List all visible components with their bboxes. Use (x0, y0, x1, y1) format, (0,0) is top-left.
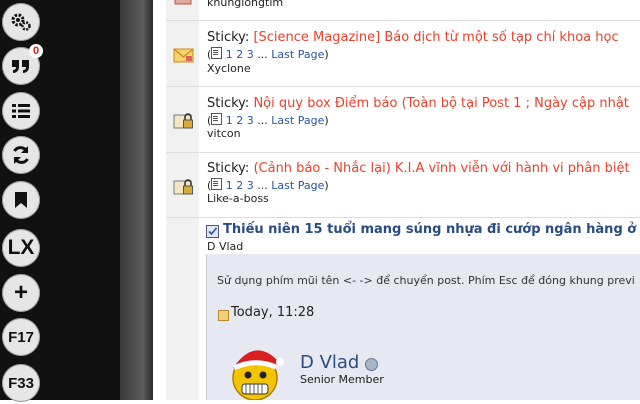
thread-pages: ( 1 2 3 ... Last Page) (207, 178, 329, 192)
page-link[interactable]: 1 (226, 179, 233, 192)
bookmark-icon (14, 191, 28, 209)
thread-title-link[interactable]: [Science Magazine] Báo dịch từ một số tạ… (253, 30, 618, 45)
page-link[interactable]: 1 (226, 48, 233, 61)
post-preview-panel: Sử dụng phím mũi tên <- -> để chuyển pos… (206, 254, 640, 401)
sticky-prefix: Sticky: (207, 30, 250, 45)
refresh-button[interactable] (2, 136, 40, 174)
quote-count-badge: 0 (29, 44, 43, 58)
list-button[interactable] (2, 92, 40, 130)
multipage-icon (211, 47, 223, 59)
f17-button[interactable]: F17 (2, 318, 40, 356)
thread-pages: ( 1 2 3 ... Last Page) (207, 47, 329, 61)
lx-label: LX (7, 236, 35, 259)
post-date: Today, 11:28 (231, 305, 315, 320)
settings-button[interactable] (2, 3, 40, 41)
preview-hint: Sử dụng phím mũi tên <- -> để chuyển pos… (217, 274, 635, 287)
quote-button[interactable]: 0 (2, 44, 43, 85)
post-user-rank: Senior Member (300, 373, 384, 386)
thread-author[interactable]: vitcon (207, 127, 241, 140)
selected-thread-author[interactable]: D Vlad (207, 240, 243, 253)
post-username[interactable]: D Vlad (300, 352, 359, 373)
thread-title: Sticky: [Science Magazine] Báo dịch từ m… (207, 30, 619, 45)
plus-label: + (13, 279, 28, 306)
f33-label: F33 (8, 374, 34, 392)
page-link[interactable]: 3 (247, 179, 254, 192)
selected-thread-title[interactable]: Thiếu niên 15 tuổi mang súng nhựa đi cướ… (223, 222, 640, 237)
page-link[interactable]: 2 (236, 48, 243, 61)
page-link[interactable]: 2 (236, 114, 243, 127)
thread-title: Sticky: Nội quy box Điểm báo (Toàn bộ tạ… (207, 96, 629, 111)
thread-status-icon (173, 0, 195, 12)
thread-title-link[interactable]: Nội quy box Điểm báo (Toàn bộ tại Post 1… (253, 96, 628, 111)
last-page-link[interactable]: Last Page (271, 179, 324, 192)
thread-title: Sticky: (Cảnh báo - Nhắc lại) K.I.A vĩnh… (207, 161, 630, 176)
quote-icon (11, 58, 31, 74)
selected-thread-row[interactable]: Thiếu niên 15 tuổi mang súng nhựa đi cướ… (206, 222, 640, 254)
thread-author[interactable]: Like-a-boss (207, 192, 269, 205)
thread-row[interactable]: Sticky: [Science Magazine] Báo dịch từ m… (166, 21, 640, 87)
page-link[interactable]: 1 (226, 114, 233, 127)
bookmark-button[interactable] (2, 181, 40, 219)
envelope-icon (173, 47, 195, 67)
gears-icon (10, 12, 32, 32)
list-icon (12, 103, 30, 119)
post-date-icon (218, 310, 229, 321)
f17-label: F17 (8, 328, 34, 346)
lx-button[interactable]: LX (2, 229, 40, 267)
last-page-link[interactable]: Last Page (271, 114, 324, 127)
thread-row[interactable]: Sticky: Nội quy box Điểm báo (Toàn bộ tạ… (166, 87, 640, 153)
thread-author[interactable]: khunglongtim (207, 0, 283, 9)
thread-pages: ( 1 2 3 ... Last Page) (207, 113, 329, 127)
refresh-icon (11, 145, 31, 165)
thread-row[interactable]: khunglongtim (166, 0, 640, 21)
user-avatar[interactable] (225, 338, 285, 401)
page-link[interactable]: 3 (247, 114, 254, 127)
sticky-prefix: Sticky: (207, 161, 250, 176)
locked-thread-icon (173, 111, 195, 131)
f33-button[interactable]: F33 (2, 364, 40, 402)
sticky-prefix: Sticky: (207, 96, 250, 111)
plus-button[interactable]: + (2, 274, 40, 312)
sidebar-scroll-track (120, 0, 153, 400)
checkbox-icon[interactable] (206, 225, 219, 238)
page-link[interactable]: 3 (247, 48, 254, 61)
multipage-icon (211, 178, 223, 190)
last-page-link[interactable]: Last Page (271, 48, 324, 61)
locked-thread-icon (173, 177, 195, 197)
multipage-icon (211, 113, 223, 125)
page-link[interactable]: 2 (236, 179, 243, 192)
thread-author[interactable]: Xyclone (207, 62, 251, 75)
thread-row[interactable]: Sticky: (Cảnh báo - Nhắc lại) K.I.A vĩnh… (166, 153, 640, 218)
online-status-icon (365, 358, 378, 371)
thread-title-link[interactable]: (Cảnh báo - Nhắc lại) K.I.A vĩnh viễn vớ… (253, 161, 629, 176)
